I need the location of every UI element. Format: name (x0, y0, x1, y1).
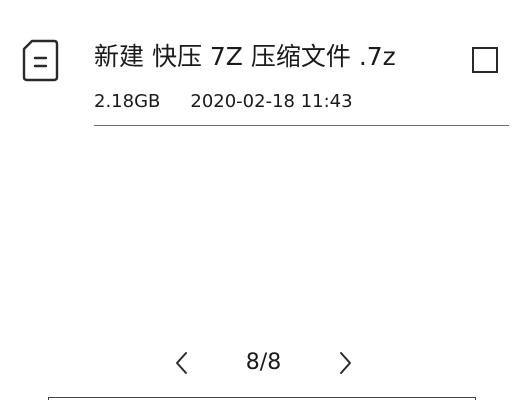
select-checkbox[interactable] (472, 47, 498, 73)
page-indicator: 8/8 (245, 350, 282, 375)
file-modified-date: 2020-02-18 11:43 (190, 91, 353, 112)
file-meta: 2.18GB 2020-02-18 11:43 (94, 90, 353, 114)
file-list-item[interactable]: 新建 快压 7Z 压缩文件 .7z 2.18GB 2020-02-18 11:43 (0, 0, 521, 130)
row-divider (94, 125, 509, 126)
document-icon (22, 39, 59, 82)
file-browser-screen: 新建 快压 7Z 压缩文件 .7z 2.18GB 2020-02-18 11:43… (0, 0, 521, 400)
chevron-left-icon[interactable] (170, 349, 194, 377)
file-size: 2.18GB (94, 91, 161, 112)
chevron-right-icon[interactable] (333, 349, 357, 377)
file-name: 新建 快压 7Z 压缩文件 .7z (94, 42, 396, 71)
pagination: 8/8 (0, 345, 521, 381)
